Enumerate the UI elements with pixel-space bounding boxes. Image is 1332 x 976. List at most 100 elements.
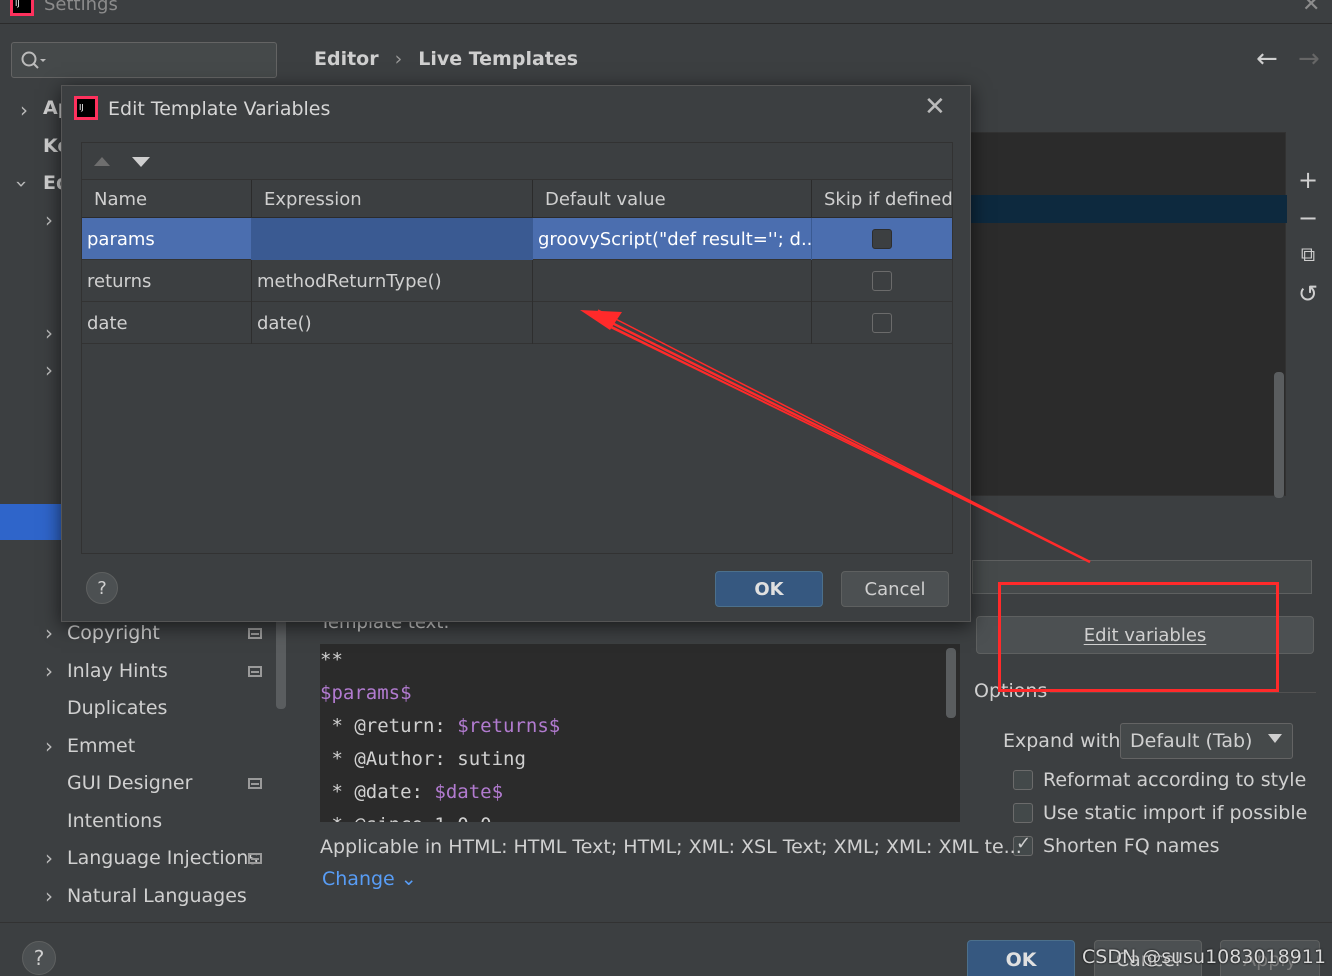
reformat-label: Reformat according to style (1043, 769, 1307, 791)
move-up-icon[interactable] (94, 157, 110, 166)
forward-arrow-icon[interactable]: → (1298, 44, 1320, 74)
window-title: Settings (44, 0, 118, 15)
skip-if-defined-checkbox[interactable] (872, 313, 892, 333)
variable-expression-cell[interactable] (252, 218, 533, 260)
chevron-right-icon[interactable]: › (45, 621, 53, 645)
column-header-skip-if-defined[interactable]: Skip if defined (812, 180, 953, 218)
skip-if-defined-checkbox[interactable] (872, 271, 892, 291)
dropdown-arrow-icon (1268, 734, 1282, 743)
project-scope-icon (248, 778, 262, 789)
chevron-right-icon[interactable]: › (20, 98, 28, 122)
variable-expression-cell[interactable]: methodReturnType() (252, 260, 533, 302)
project-scope-icon (248, 853, 262, 864)
variable-expression-cell[interactable]: date() (252, 302, 533, 344)
add-icon[interactable]: + (1296, 166, 1320, 194)
window-close-icon[interactable]: ✕ (1302, 0, 1320, 17)
template-line: * @since 1.0.0 (320, 809, 960, 822)
templates-scrollbar[interactable] (1274, 372, 1284, 498)
chevron-down-icon: ⌄ (400, 868, 417, 890)
static-import-option[interactable]: Use static import if possible (1013, 802, 1307, 824)
table-header: Name Expression Default value Skip if de… (82, 180, 953, 218)
template-line: * @return: $returns$ (320, 715, 561, 737)
dialog-ok-button[interactable]: OK (715, 571, 823, 607)
variable-name-cell[interactable]: params (82, 218, 252, 260)
applicable-contexts-text: Applicable in HTML: HTML Text; HTML; XML… (320, 836, 1022, 858)
close-icon[interactable]: ✕ (924, 92, 946, 122)
svg-text:IJ: IJ (15, 0, 20, 8)
dialog-help-button[interactable]: ? (86, 572, 118, 604)
dialog-cancel-button[interactable]: Cancel (841, 571, 949, 607)
column-header-default-value[interactable]: Default value (533, 180, 812, 218)
sidebar-item-emmet[interactable]: Emmet (67, 728, 135, 764)
sidebar-item-natural-languages[interactable]: Natural Languages (67, 878, 247, 914)
remove-icon[interactable]: − (1296, 204, 1320, 232)
skip-if-defined-cell[interactable] (812, 218, 952, 260)
sidebar-selected-item[interactable] (0, 504, 62, 540)
back-arrow-icon[interactable]: ← (1256, 44, 1278, 74)
move-down-icon[interactable] (132, 157, 150, 167)
sidebar-item-inlay-hints[interactable]: Inlay Hints (67, 653, 168, 689)
expand-with-value: Default (Tab) (1130, 730, 1253, 752)
reformat-option[interactable]: Reformat according to style (1013, 769, 1306, 791)
breadcrumb-live-templates: Live Templates (418, 48, 579, 70)
sidebar-scrollbar[interactable] (276, 619, 286, 709)
edit-template-variables-dialog: IJ Edit Template Variables ✕ Name Expres… (61, 85, 971, 622)
expand-with-select[interactable]: Default (Tab) (1120, 723, 1293, 759)
sidebar-item-gui-designer[interactable]: GUI Designer (67, 765, 192, 801)
static-import-label: Use static import if possible (1043, 802, 1308, 824)
chevron-right-icon[interactable]: › (45, 884, 53, 908)
restore-icon[interactable]: ↺ (1296, 280, 1320, 308)
breadcrumb-editor[interactable]: Editor (314, 48, 379, 70)
options-separator (1050, 692, 1316, 693)
watermark-text: CSDN @susu1083018911 (1082, 946, 1326, 968)
change-contexts-link[interactable]: Change ⌄ (322, 868, 417, 890)
template-line: * @date: $date$ (320, 781, 504, 803)
project-scope-icon (248, 628, 262, 639)
chevron-right-icon[interactable]: › (45, 208, 53, 232)
template-line: $params$ (320, 682, 412, 704)
template-text-editor[interactable]: ** $params$ * @return: $returns$ * @Auth… (320, 644, 960, 822)
ok-button[interactable]: OK (967, 940, 1075, 976)
table-row[interactable]: returns methodReturnType() (82, 260, 952, 302)
svg-text:IJ: IJ (79, 103, 84, 112)
table-row[interactable]: date date() (82, 302, 952, 344)
variable-name-cell[interactable]: returns (82, 260, 252, 302)
static-import-checkbox[interactable] (1013, 803, 1033, 823)
help-button[interactable]: ? (22, 941, 56, 975)
skip-if-defined-cell[interactable] (812, 260, 952, 302)
settings-search-input[interactable] (11, 42, 277, 78)
intellij-logo-icon: IJ (74, 96, 98, 120)
chevron-right-icon[interactable]: › (45, 734, 53, 758)
variable-name-cell[interactable]: date (82, 302, 252, 344)
intellij-logo-icon: IJ (10, 0, 34, 16)
sidebar-item-intentions[interactable]: Intentions (67, 803, 162, 839)
sidebar-item-duplicates[interactable]: Duplicates (67, 690, 167, 726)
column-header-name[interactable]: Name (82, 180, 252, 218)
variable-default-value-cell[interactable] (533, 302, 812, 344)
variables-table: Name Expression Default value Skip if de… (81, 179, 953, 554)
breadcrumb: Editor › Live Templates (314, 48, 578, 70)
column-header-expression[interactable]: Expression (252, 180, 533, 218)
window-titlebar: IJ Settings ✕ (0, 0, 1332, 24)
expand-with-label: Expand with (1003, 730, 1121, 752)
variables-toolbar (81, 142, 953, 180)
chevron-right-icon[interactable]: › (45, 846, 53, 870)
project-scope-icon (248, 666, 262, 677)
chevron-right-icon[interactable]: › (45, 659, 53, 683)
reformat-checkbox[interactable] (1013, 770, 1033, 790)
chevron-right-icon[interactable]: › (45, 321, 53, 345)
shorten-fq-label: Shorten FQ names (1043, 835, 1220, 857)
chevron-right-icon[interactable]: › (45, 358, 53, 382)
template-text-scrollbar[interactable] (946, 648, 956, 718)
table-row[interactable]: params groovyScript("def result=''; d... (82, 218, 952, 260)
sidebar-item-language-injections[interactable]: Language Injections (67, 840, 258, 876)
copy-icon[interactable]: ⧉ (1296, 242, 1320, 266)
chevron-down-icon[interactable]: › (10, 180, 34, 188)
skip-if-defined-cell[interactable] (812, 302, 952, 344)
dialog-title: Edit Template Variables (108, 98, 331, 120)
search-icon (21, 51, 46, 69)
variable-default-value-cell[interactable] (533, 260, 812, 302)
shorten-fq-option[interactable]: Shorten FQ names (1013, 833, 1220, 857)
variable-default-value-cell[interactable]: groovyScript("def result=''; d... (533, 218, 812, 260)
skip-if-defined-checkbox[interactable] (872, 229, 892, 249)
